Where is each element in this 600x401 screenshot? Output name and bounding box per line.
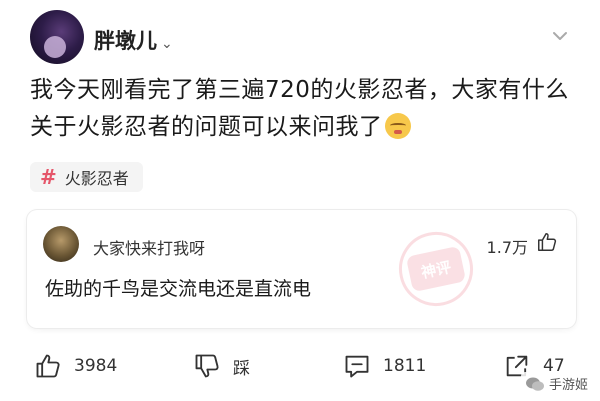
thumbs-up-icon — [36, 354, 60, 378]
comment-icon — [345, 355, 369, 378]
commenter-avatar[interactable] — [43, 226, 79, 262]
post-text-line-1: 我今天刚看完了第三遍720的火影忍者，大家有什么 — [30, 77, 569, 103]
thumbs-down-icon — [195, 354, 219, 378]
comment-like-count: 1.7万 — [486, 238, 528, 257]
like-count: 3984 — [74, 356, 118, 376]
watermark-text: 手游姬 — [548, 378, 588, 393]
hashtag-icon: # — [40, 165, 57, 189]
topic-tag-label: 火影忍者 — [64, 169, 129, 188]
wechat-watermark: 手游姬 — [520, 372, 592, 395]
chevron-down-icon[interactable] — [550, 26, 570, 46]
post-header: 胖墩儿 ⌄ — [30, 10, 570, 64]
post-text-line-2-content: 关于火影忍者的问题可以来问我了 — [30, 114, 383, 140]
dislike-label: 踩 — [233, 358, 250, 379]
username[interactable]: 胖墩儿 — [94, 29, 157, 53]
thumbs-up-icon[interactable] — [536, 231, 558, 253]
top-comment-card[interactable]: 大家快来打我呀 神评 1.7万 佐助的千鸟是交流电还是直流电 — [27, 210, 576, 328]
dislike-button[interactable]: 踩 — [193, 346, 250, 386]
user-avatar[interactable] — [30, 10, 84, 64]
topic-tag[interactable]: # 火影忍者 — [30, 162, 143, 192]
post-action-bar: 3984 踩 1811 47 — [0, 346, 600, 386]
featured-comment-stamp-label: 神评 — [405, 245, 467, 293]
comment-count: 1811 — [383, 356, 427, 376]
post-body: 我今天刚看完了第三遍720的火影忍者，大家有什么 关于火影忍者的问题可以来问我了 — [30, 72, 580, 146]
shy-face-emoji-icon — [384, 113, 411, 139]
like-button[interactable]: 3984 — [34, 346, 117, 386]
comment-button[interactable]: 1811 — [343, 346, 426, 386]
username-row[interactable]: 胖墩儿 ⌄ — [94, 25, 173, 55]
featured-comment-stamp: 神评 — [392, 225, 480, 313]
post-text-line-2: 关于火影忍者的问题可以来问我了 — [30, 109, 580, 146]
commenter-username[interactable]: 大家快来打我呀 — [93, 235, 205, 259]
wechat-icon — [525, 377, 544, 391]
username-chevron-icon[interactable]: ⌄ — [161, 36, 173, 52]
comment-text: 佐助的千鸟是交流电还是直流电 — [45, 278, 312, 300]
